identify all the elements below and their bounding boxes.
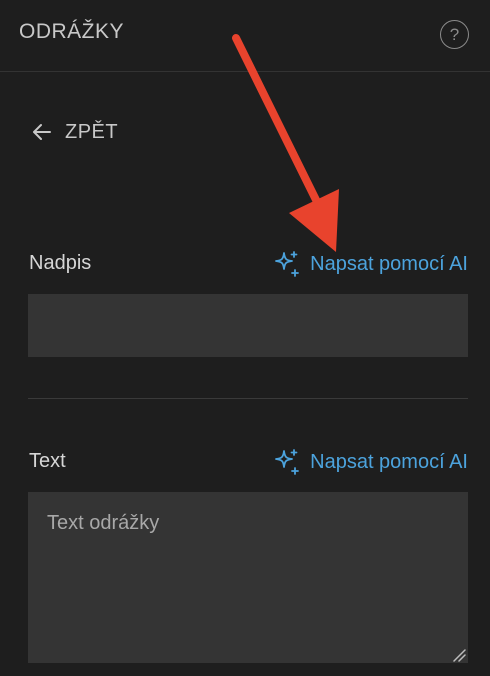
text-ai-button[interactable]: Napsat pomocí AI [272,447,468,477]
sparkles-icon [275,251,300,277]
heading-ai-button[interactable]: Napsat pomocí AI [272,249,468,279]
back-button[interactable]: ZPĚT [31,118,118,146]
back-label: ZPĚT [65,120,119,143]
help-icon[interactable]: ? [440,20,469,49]
sparkles-icon [275,449,300,475]
heading-ai-label: Napsat pomocí AI [310,252,468,275]
heading-input[interactable] [28,294,468,357]
help-glyph: ? [449,24,460,44]
panel-header: ODRÁŽKY ? [0,0,490,72]
panel-title: ODRÁŽKY [19,20,125,43]
resize-handle-icon[interactable] [452,648,466,662]
text-ai-label: Napsat pomocí AI [310,450,468,473]
arrow-left-icon [33,124,51,140]
text-placeholder: Text odrážky [47,512,160,534]
text-label: Text [29,450,66,472]
divider [28,398,468,399]
heading-label: Nadpis [29,252,92,274]
